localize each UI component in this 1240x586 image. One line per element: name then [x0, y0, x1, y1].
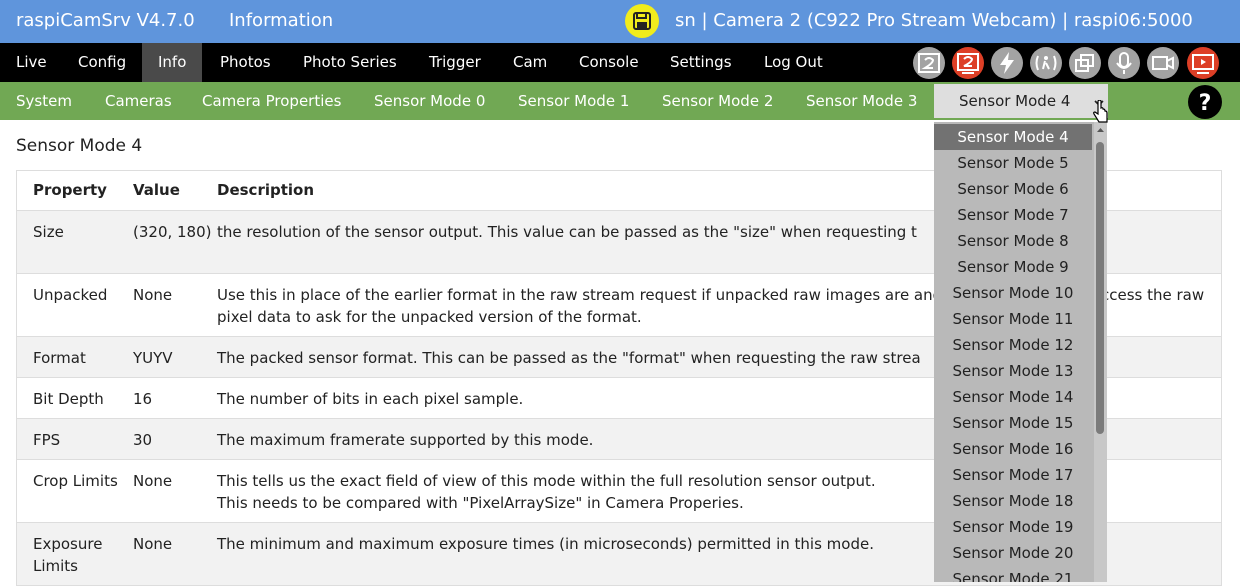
- dropdown-option[interactable]: Sensor Mode 17: [934, 462, 1092, 488]
- nav-console[interactable]: Console: [563, 43, 655, 82]
- dropdown-option[interactable]: Sensor Mode 14: [934, 384, 1092, 410]
- sensor-mode-select-value: Sensor Mode 4: [959, 92, 1071, 110]
- dropdown-option[interactable]: Sensor Mode 13: [934, 358, 1092, 384]
- property-cell: Format: [16, 336, 133, 378]
- value-cell: None: [133, 522, 217, 586]
- dropdown-option[interactable]: Sensor Mode 10: [934, 280, 1092, 306]
- sensor-mode-select[interactable]: Sensor Mode 4: [934, 84, 1108, 118]
- property-cell: FPS: [16, 418, 133, 460]
- column-header: Value: [133, 170, 217, 211]
- dropdown-option[interactable]: Sensor Mode 18: [934, 488, 1092, 514]
- mouse-pointer-icon: [1093, 99, 1109, 130]
- subnav-sensor-mode-0[interactable]: Sensor Mode 0: [374, 82, 485, 120]
- dropdown-option[interactable]: Sensor Mode 4: [934, 124, 1092, 150]
- value-cell: YUYV: [133, 336, 217, 378]
- subnav-system[interactable]: System: [16, 82, 72, 120]
- help-button[interactable]: ?: [1188, 85, 1222, 119]
- property-cell: Size: [16, 210, 133, 274]
- microphone-icon[interactable]: [1108, 47, 1140, 79]
- nav-photos[interactable]: Photos: [204, 43, 287, 82]
- sensor-mode-dropdown-list[interactable]: Sensor Mode 4 Sensor Mode 5 Sensor Mode …: [934, 122, 1107, 582]
- lightning-icon[interactable]: [991, 47, 1023, 79]
- value-cell: 30: [133, 418, 217, 460]
- nav-cam[interactable]: Cam: [497, 43, 563, 82]
- nav-info[interactable]: Info: [142, 43, 203, 82]
- dropdown-option[interactable]: Sensor Mode 19: [934, 514, 1092, 540]
- property-cell: Crop Limits: [16, 459, 133, 523]
- dropdown-option[interactable]: Sensor Mode 7: [934, 202, 1092, 228]
- dropdown-scrollbar[interactable]: [1094, 122, 1107, 582]
- dropdown-option[interactable]: Sensor Mode 15: [934, 410, 1092, 436]
- value-cell: None: [133, 459, 217, 523]
- subnav-sensor-mode-3[interactable]: Sensor Mode 3: [806, 82, 917, 120]
- dropdown-option[interactable]: Sensor Mode 8: [934, 228, 1092, 254]
- camera-2-active-icon[interactable]: [952, 47, 984, 79]
- help-icon: ?: [1199, 91, 1212, 116]
- dropdown-option[interactable]: Sensor Mode 21: [934, 566, 1092, 582]
- dropdown-option[interactable]: Sensor Mode 16: [934, 436, 1092, 462]
- screen-record-icon[interactable]: [1187, 47, 1219, 79]
- title-bar: raspiCamSrv V4.7.0 Information sn | Came…: [0, 0, 1240, 43]
- property-cell: Exposure Limits: [16, 522, 133, 586]
- value-cell: 16: [133, 377, 217, 419]
- subnav-cameras[interactable]: Cameras: [105, 82, 172, 120]
- dropdown-option[interactable]: Sensor Mode 9: [934, 254, 1092, 280]
- page-title: Information: [229, 10, 334, 31]
- nav-photo-series[interactable]: Photo Series: [287, 43, 413, 82]
- value-cell: None: [133, 273, 217, 337]
- dropdown-option[interactable]: Sensor Mode 5: [934, 150, 1092, 176]
- nav-log-out[interactable]: Log Out: [748, 43, 839, 82]
- section-title: Sensor Mode 4: [16, 136, 143, 156]
- property-cell: Unpacked: [16, 273, 133, 337]
- camera-2-icon[interactable]: [913, 47, 945, 79]
- camera-info: sn | Camera 2 (C922 Pro Stream Webcam) |…: [675, 10, 1193, 31]
- save-icon[interactable]: [625, 4, 659, 38]
- dropdown-option[interactable]: Sensor Mode 11: [934, 306, 1092, 332]
- dropdown-option[interactable]: Sensor Mode 6: [934, 176, 1092, 202]
- nav-config[interactable]: Config: [62, 43, 142, 82]
- subnav-sensor-mode-2[interactable]: Sensor Mode 2: [662, 82, 773, 120]
- dropdown-option[interactable]: Sensor Mode 12: [934, 332, 1092, 358]
- value-cell: (320, 180): [133, 210, 217, 274]
- nav-trigger[interactable]: Trigger: [413, 43, 497, 82]
- nav-live[interactable]: Live: [0, 43, 63, 82]
- dropdown-option[interactable]: Sensor Mode 20: [934, 540, 1092, 566]
- scrollbar-thumb[interactable]: [1096, 142, 1104, 434]
- motion-icon[interactable]: [1030, 47, 1062, 79]
- multi-window-icon[interactable]: [1069, 47, 1101, 79]
- column-header: Property: [16, 170, 133, 211]
- nav-settings[interactable]: Settings: [654, 43, 748, 82]
- property-cell: Bit Depth: [16, 377, 133, 419]
- subnav-sensor-mode-1[interactable]: Sensor Mode 1: [518, 82, 629, 120]
- video-camera-icon[interactable]: [1147, 47, 1179, 79]
- app-title: raspiCamSrv V4.7.0: [16, 10, 195, 31]
- subnav-camera-properties[interactable]: Camera Properties: [202, 82, 341, 120]
